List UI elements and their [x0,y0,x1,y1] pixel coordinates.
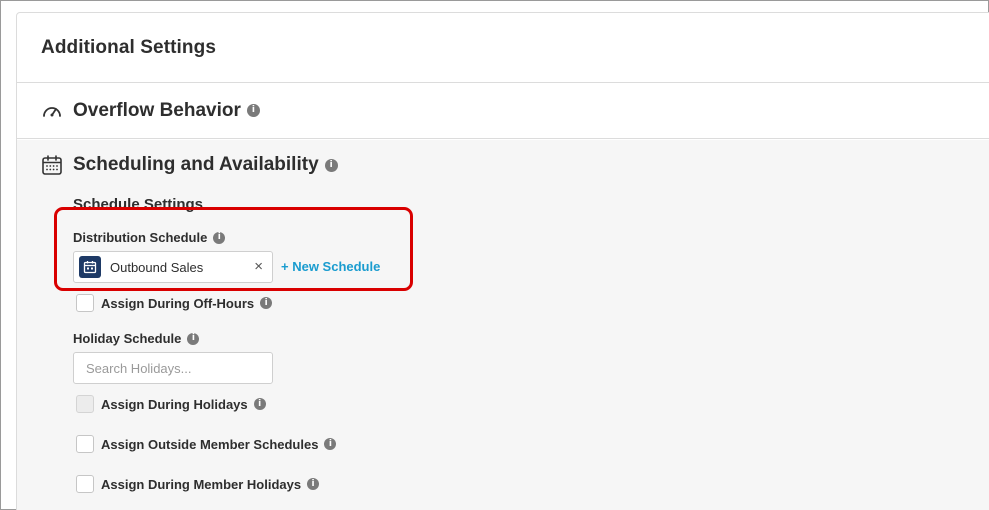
clear-icon[interactable]: × [254,258,263,275]
info-icon[interactable]: i [307,478,320,490]
off-hours-label: Assign During Off-Hours i [101,295,273,311]
outside-member-label: Assign Outside Member Schedules i [101,436,337,452]
distribution-schedule-select[interactable]: Outbound Sales × [73,251,273,283]
during-holidays-label-text: Assign During Holidays [101,396,248,412]
during-holidays-label: Assign During Holidays i [101,397,266,412]
info-icon[interactable]: i [324,438,337,450]
info-icon[interactable]: i [187,332,200,345]
overflow-section-title: Overflow Behavior [73,99,241,121]
member-holidays-label: Assign During Member Holidays i [101,476,320,492]
gauge-icon [41,102,63,120]
calendar-icon [41,154,63,176]
off-hours-label-text: Assign During Off-Hours [101,295,255,311]
member-holidays-checkbox[interactable] [76,475,94,493]
new-schedule-link[interactable]: + New Schedule [281,259,380,274]
selected-schedule: Outbound Sales [110,259,204,275]
card-title: Additional Settings [41,36,217,58]
scheduling-section-header[interactable]: Scheduling and Availability i [41,154,338,176]
card-header: Additional Settings [17,13,989,83]
outside-member-checkbox-row[interactable]: Assign Outside Member Schedules i [76,435,337,453]
calendar-badge-icon [79,256,101,278]
holiday-schedule-label: Holiday Schedule i [73,331,200,346]
off-hours-checkbox-row[interactable]: Assign During Off-Hours i [76,294,273,312]
info-icon[interactable]: i [213,231,226,244]
scheduling-section-title: Scheduling and Availability [73,154,319,175]
info-icon[interactable]: i [246,104,260,117]
distribution-schedule-label-text: Distribution Schedule [73,230,208,245]
overflow-section-header[interactable]: Overflow Behavior i [17,83,989,139]
outside-member-label-text: Assign Outside Member Schedules [101,436,319,452]
distribution-schedule-label: Distribution Schedule i [73,230,226,245]
member-holidays-checkbox-row[interactable]: Assign During Member Holidays i [76,475,320,493]
info-icon[interactable]: i [253,398,266,410]
during-holidays-checkbox[interactable] [76,395,94,413]
info-icon[interactable]: i [324,158,338,172]
during-holidays-checkbox-row[interactable]: Assign During Holidays i [76,395,266,413]
info-icon[interactable]: i [260,297,273,309]
holiday-search-input[interactable] [73,352,273,384]
off-hours-checkbox[interactable] [76,294,94,312]
holiday-schedule-label-text: Holiday Schedule [73,331,182,346]
member-holidays-label-text: Assign During Member Holidays [101,476,302,492]
outside-member-checkbox[interactable] [76,435,94,453]
